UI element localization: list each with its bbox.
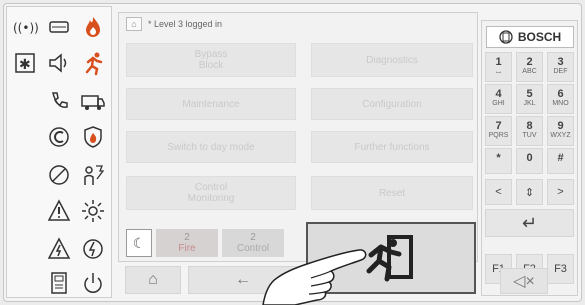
power-icon (79, 269, 107, 297)
fault-c-icon (45, 123, 73, 151)
bosch-armature-icon (499, 30, 513, 44)
key-8-letters: TUV (522, 132, 537, 139)
configuration-button[interactable]: Configuration (311, 88, 473, 120)
mute-icon: ◁× (513, 273, 535, 290)
fire-truck-icon (79, 87, 107, 115)
arrow-left-button[interactable]: < (485, 179, 512, 205)
key-hash-symbol: # (557, 152, 564, 164)
key-7-letters: PQRS (488, 132, 509, 139)
fire-label: Fire (178, 243, 196, 254)
enter-icon: ↵ (521, 212, 538, 233)
speaker-icon (45, 49, 73, 77)
reset-button[interactable]: Reset (311, 176, 473, 210)
brand-name: BOSCH (517, 30, 562, 44)
fire-count: 2 (184, 232, 190, 243)
key-3-number: 3 (557, 56, 564, 68)
key-8[interactable]: 8 TUV (516, 116, 543, 146)
warning-triangle-icon (45, 197, 73, 225)
key-6-letters: MNO (552, 100, 569, 107)
status-bar: ⌂ * Level 3 logged in (126, 17, 222, 31)
key-4[interactable]: 4 GHI (485, 84, 512, 114)
key-4-number: 4 (495, 88, 502, 100)
key-4-letters: GHI (492, 100, 505, 107)
fire-icon (79, 13, 107, 41)
electrical-warning-icon (45, 235, 73, 263)
key-1-number: 1 (495, 56, 502, 68)
arrow-updown-button[interactable]: ⇕ (516, 179, 543, 205)
key-9[interactable]: 9 WXYZ (547, 116, 574, 146)
maintenance-button[interactable]: Maintenance (126, 88, 296, 120)
test-person-icon (79, 161, 107, 189)
key-0[interactable]: 0 (516, 148, 543, 174)
key-1-letters: ⌴ (495, 68, 502, 75)
control-monitoring-button[interactable]: Control Monitoring (126, 176, 296, 210)
wireless-icon: ((•)) (11, 13, 39, 41)
key-3-letters: DEF (553, 68, 568, 75)
key-1[interactable]: 1 ⌴ (485, 52, 512, 82)
svg-text:✱: ✱ (19, 56, 31, 72)
indicator-panel: ((•)) ✱ (6, 6, 112, 298)
running-man-fire-icon (79, 49, 107, 77)
diagnostics-button[interactable]: Diagnostics (311, 43, 473, 77)
back-arrow-icon: ← (235, 271, 251, 288)
arrow-left-icon: < (495, 186, 502, 198)
key-5-letters: JKL (523, 100, 536, 107)
mute-button[interactable]: ◁× (500, 268, 548, 294)
bypass-block-button[interactable]: Bypass Block (126, 43, 296, 77)
key-6-number: 6 (557, 88, 564, 100)
enter-button[interactable]: ↵ (485, 209, 574, 237)
key-2-letters: ABC (522, 68, 537, 75)
alarm-box-icon: ✱ (11, 49, 39, 77)
arrow-right-button[interactable]: > (547, 179, 574, 205)
f3-label: F3 (554, 263, 567, 275)
key-star-symbol: * (496, 152, 501, 164)
phone-icon (45, 87, 73, 115)
arrow-right-icon: > (557, 186, 564, 198)
key-2[interactable]: 2 ABC (516, 52, 543, 82)
home-button[interactable]: ⌂ (125, 266, 181, 294)
key-0-number: 0 (526, 152, 533, 164)
night-mode-icon[interactable]: ☾ (126, 229, 152, 257)
key-2-number: 2 (526, 56, 533, 68)
svg-text:((•)): ((•)) (13, 21, 38, 35)
further-functions-button[interactable]: Further functions (311, 131, 473, 163)
key-3[interactable]: 3 DEF (547, 52, 574, 82)
panel-device-icon (45, 269, 73, 297)
key-8-number: 8 (526, 120, 533, 132)
disabled-icon (45, 161, 73, 189)
arrow-updown-icon: ⇕ (524, 186, 535, 199)
power-fault-icon (79, 235, 107, 263)
key-star[interactable]: * (485, 148, 512, 174)
key-5-number: 5 (526, 88, 533, 100)
brand-logo: BOSCH (486, 26, 574, 48)
key-7[interactable]: 7 PQRS (485, 116, 512, 146)
hand-pointer-icon (262, 249, 367, 305)
key-hash[interactable]: # (547, 148, 574, 174)
home-small-icon[interactable]: ⌂ (126, 17, 142, 31)
horn-icon (45, 13, 73, 41)
key-6[interactable]: 6 MNO (547, 84, 574, 114)
tab-fire[interactable]: 2 Fire (156, 229, 218, 257)
login-status: * Level 3 logged in (148, 19, 223, 29)
key-9-number: 9 (557, 120, 564, 132)
day-mode-button[interactable]: Switch to day mode (126, 131, 296, 163)
key-7-number: 7 (495, 120, 502, 132)
fire-shield-icon (79, 123, 107, 151)
f3-button[interactable]: F3 (547, 254, 574, 284)
sun-icon (79, 197, 107, 225)
keypad: BOSCH 1 ⌴ 2 ABC 3 DEF 4 GHI 5 JKL 6 MNO 7 PQRS … (481, 20, 578, 296)
home-icon: ⌂ (148, 271, 158, 288)
key-9-letters: WXYZ (550, 132, 571, 139)
key-5[interactable]: 5 JKL (516, 84, 543, 114)
